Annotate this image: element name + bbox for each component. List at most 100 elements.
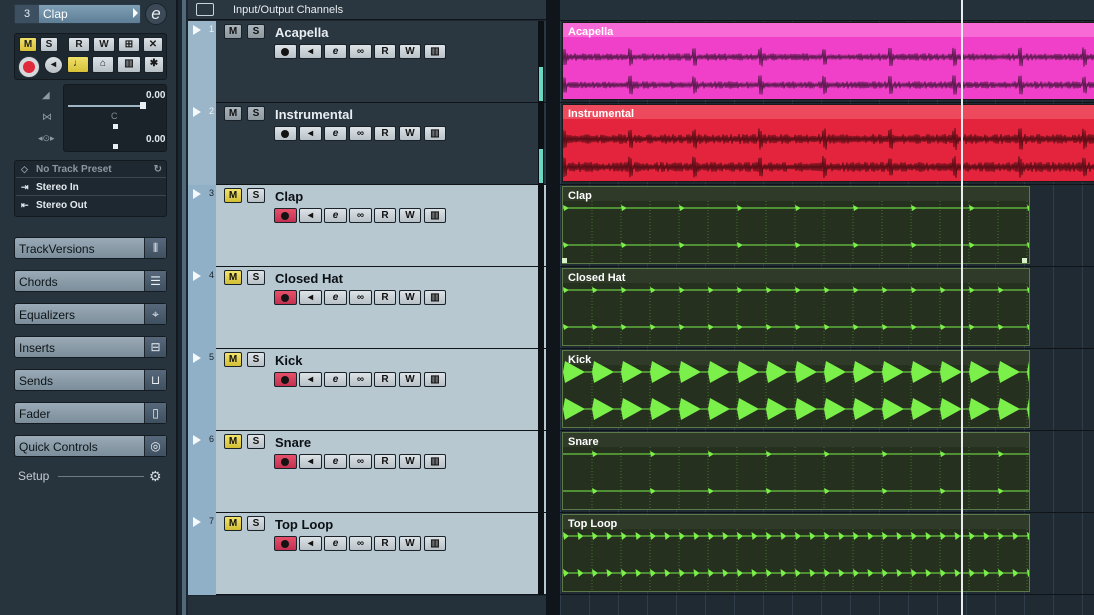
expand-triangle-icon[interactable] (193, 189, 201, 199)
section-sends[interactable]: Sends ⊔ (14, 369, 167, 391)
track-header[interactable]: 3 M S Clap ◂ e ∞ R W ▥ (188, 185, 546, 267)
mute-button[interactable]: M (19, 37, 37, 52)
link-icon[interactable]: ∞ (349, 44, 372, 59)
mute-button[interactable]: M (224, 24, 242, 39)
speaker-icon[interactable]: ◂ (299, 126, 322, 141)
read-button[interactable]: R (374, 536, 396, 551)
track-name[interactable]: Kick (275, 353, 302, 368)
audio-event[interactable]: Kick (562, 350, 1030, 428)
write-button[interactable]: W (399, 44, 421, 59)
edit-instrument-button[interactable]: e (324, 536, 347, 551)
track-name[interactable]: Instrumental (275, 107, 353, 122)
record-enable-button[interactable] (274, 44, 297, 59)
lane-icon[interactable]: ▥ (424, 44, 446, 59)
mute-button[interactable]: M (224, 516, 242, 531)
solo-button[interactable]: S (247, 516, 265, 531)
resize-handle[interactable] (562, 258, 567, 263)
gear-icon[interactable]: ⚙ (149, 468, 162, 485)
solo-button[interactable]: S (247, 106, 265, 121)
audio-event[interactable]: Clap (562, 186, 1030, 264)
link-icon[interactable]: ∞ (349, 208, 372, 223)
mute-button[interactable]: M (224, 188, 242, 203)
lane-icon[interactable]: ▥ (424, 536, 446, 551)
edit-channel-button[interactable]: e (145, 3, 167, 25)
track-header[interactable]: 4 M S Closed Hat ◂ e ∞ R W ▥ (188, 267, 546, 349)
edit-instrument-button[interactable]: e (324, 290, 347, 305)
section-inserts[interactable]: Inserts ⊟ (14, 336, 167, 358)
write-automation-button[interactable]: W (93, 37, 115, 52)
delay-value[interactable]: 0.00 (146, 134, 165, 145)
folder-track[interactable]: Input/Output Channels (188, 0, 546, 20)
expand-triangle-icon[interactable] (193, 353, 201, 363)
expand-triangle-icon[interactable] (193, 25, 201, 35)
speaker-icon[interactable]: ◂ (299, 44, 322, 59)
read-button[interactable]: R (374, 126, 396, 141)
link-icon[interactable]: ∞ (349, 372, 372, 387)
edit-instrument-button[interactable]: e (324, 126, 347, 141)
read-button[interactable]: R (374, 44, 396, 59)
record-enable-button[interactable] (274, 126, 297, 141)
record-enable-button[interactable] (18, 56, 40, 78)
edit-instrument-button[interactable]: e (324, 44, 347, 59)
track-header[interactable]: 6 M S Snare ◂ e ∞ R W ▥ (188, 431, 546, 513)
track-name[interactable]: Clap (275, 189, 303, 204)
link-icon[interactable]: ∞ (349, 454, 372, 469)
expand-triangle-icon[interactable] (193, 435, 201, 445)
speaker-icon[interactable]: ◂ (299, 536, 322, 551)
edit-instrument-button[interactable]: e (324, 454, 347, 469)
mute-button[interactable]: M (224, 106, 242, 121)
speaker-icon[interactable]: ◂ (299, 208, 322, 223)
audio-event[interactable]: Closed Hat (562, 268, 1030, 346)
section-trackversions[interactable]: TrackVersions ⫴ (14, 237, 167, 259)
refresh-icon[interactable]: ↻ (154, 161, 162, 178)
read-button[interactable]: R (374, 454, 396, 469)
link-icon[interactable]: ∞ (349, 290, 372, 305)
lock-icon[interactable]: ⌂ (92, 56, 114, 73)
read-button[interactable]: R (374, 290, 396, 305)
speaker-icon[interactable]: ◂ (299, 372, 322, 387)
input-routing[interactable]: ⇥ Stereo In (16, 179, 166, 196)
track-header[interactable]: 2 M S Instrumental ◂ e ∞ R W ▥ (188, 103, 546, 185)
speaker-icon[interactable]: ◂ (299, 290, 322, 305)
volume-slider-handle[interactable] (140, 102, 146, 109)
pan-value[interactable]: C (111, 111, 118, 121)
lane-icon[interactable]: ▥ (424, 454, 446, 469)
write-button[interactable]: W (399, 372, 421, 387)
output-routing[interactable]: ⇤ Stereo Out (16, 197, 166, 214)
solo-button[interactable]: S (247, 434, 265, 449)
track-header[interactable]: 7 M S Top Loop ◂ e ∞ R W ▥ (188, 513, 546, 595)
solo-button[interactable]: S (40, 37, 58, 52)
section-equalizers[interactable]: Equalizers ⌖ (14, 303, 167, 325)
freeze-icon[interactable]: ✕ (143, 37, 163, 52)
timebase-icon[interactable]: ♩ (67, 56, 89, 73)
record-enable-button[interactable] (274, 290, 297, 305)
mute-button[interactable]: M (224, 434, 242, 449)
record-enable-button[interactable] (274, 454, 297, 469)
edit-instrument-button[interactable]: e (324, 208, 347, 223)
folder-icon[interactable] (196, 3, 214, 16)
expand-triangle-icon[interactable] (193, 107, 201, 117)
pan-handle[interactable] (113, 124, 118, 129)
write-button[interactable]: W (399, 126, 421, 141)
link-icon[interactable]: ∞ (349, 126, 372, 141)
track-header[interactable]: 1 M S Acapella ◂ e ∞ R W ▥ (188, 21, 546, 103)
record-enable-button[interactable] (274, 372, 297, 387)
solo-button[interactable]: S (247, 270, 265, 285)
lane-icon[interactable]: ⊞ (118, 37, 140, 52)
settings-icon[interactable]: ✱ (144, 56, 164, 73)
monitor-icon[interactable]: ◂ (44, 56, 63, 74)
link-icon[interactable]: ∞ (349, 536, 372, 551)
project-cursor[interactable] (961, 0, 963, 615)
event-display[interactable]: Acapella Instrumental Clap Closed Hat Kick Sn… (560, 0, 1094, 615)
inspector-track-name[interactable]: Clap (43, 7, 68, 21)
speaker-icon[interactable]: ◂ (299, 454, 322, 469)
read-button[interactable]: R (374, 372, 396, 387)
lane-icon[interactable]: ▥ (424, 208, 446, 223)
chevron-right-icon[interactable] (133, 8, 138, 18)
track-header[interactable]: 5 M S Kick ◂ e ∞ R W ▥ (188, 349, 546, 431)
expand-triangle-icon[interactable] (193, 271, 201, 281)
track-name[interactable]: Top Loop (275, 517, 333, 532)
audio-event[interactable]: Snare (562, 432, 1030, 510)
audio-event[interactable]: Instrumental (562, 104, 1094, 182)
edit-instrument-button[interactable]: e (324, 372, 347, 387)
